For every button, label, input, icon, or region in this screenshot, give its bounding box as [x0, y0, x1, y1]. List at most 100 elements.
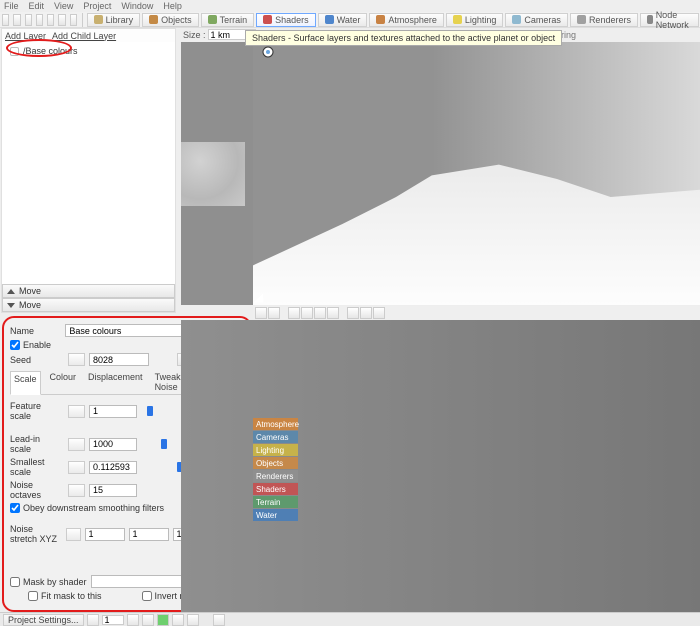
separator: [82, 13, 83, 27]
add-layer-link[interactable]: Add Layer: [5, 31, 46, 41]
new-icon[interactable]: [2, 14, 9, 26]
play-icon[interactable]: [157, 614, 169, 626]
undo-icon[interactable]: [36, 14, 43, 26]
menu-help[interactable]: Help: [163, 1, 182, 11]
tab-displacement[interactable]: Displacement: [85, 370, 146, 394]
chip-objects[interactable]: Objects: [253, 457, 298, 469]
chip-cameras[interactable]: Cameras: [253, 431, 298, 443]
smallest-scale-input[interactable]: [89, 461, 137, 474]
triangle-down-icon: [7, 303, 15, 308]
vp-tool-5-icon[interactable]: [314, 307, 326, 319]
project-settings-button[interactable]: Project Settings...: [3, 614, 84, 626]
chip-atmosphere[interactable]: Atmosphere: [253, 418, 298, 430]
vp-tool-6-icon[interactable]: [327, 307, 339, 319]
tab-cameras[interactable]: Cameras: [505, 13, 568, 27]
chip-water[interactable]: Water: [253, 509, 298, 521]
tab-library[interactable]: Library: [87, 13, 141, 27]
tab-colour[interactable]: Colour: [47, 370, 80, 394]
vp-tool-8-icon[interactable]: [360, 307, 372, 319]
menu-bar: File Edit View Project Window Help: [0, 0, 700, 12]
redo-icon[interactable]: [47, 14, 54, 26]
tab-tweak-noise[interactable]: Tweak Noise: [152, 370, 184, 394]
menu-project[interactable]: Project: [83, 1, 111, 11]
menu-view[interactable]: View: [54, 1, 73, 11]
move-down-button[interactable]: Move: [2, 298, 175, 312]
stretch-y-input[interactable]: [129, 528, 169, 541]
step-forward-icon[interactable]: [172, 614, 184, 626]
smallest-stepper[interactable]: [68, 461, 85, 474]
tab-water[interactable]: Water: [318, 13, 368, 27]
move-up-button[interactable]: Move: [2, 284, 175, 298]
swatch-icon: [453, 15, 462, 24]
tab-label: Node Network: [656, 10, 692, 30]
goto-start-icon[interactable]: [127, 614, 139, 626]
enable-checkbox[interactable]: Enable: [10, 340, 51, 350]
tool-b-icon[interactable]: [70, 14, 77, 26]
tab-shaders[interactable]: Shaders: [256, 13, 316, 27]
vp-tool-9-icon[interactable]: [373, 307, 385, 319]
vp-tool-7-icon[interactable]: [347, 307, 359, 319]
category-chips: AtmosphereCamerasLightingObjectsRenderer…: [253, 418, 298, 522]
tab-scale[interactable]: Scale: [10, 371, 41, 395]
leadin-scale-input[interactable]: [89, 438, 137, 451]
chip-shaders[interactable]: Shaders: [253, 483, 298, 495]
stretch-x-input[interactable]: [85, 528, 125, 541]
terrain-render: [253, 125, 700, 305]
tool-a-icon[interactable]: [58, 14, 65, 26]
goto-end-icon[interactable]: [187, 614, 199, 626]
layer-item-base-colours[interactable]: /Base colours: [10, 46, 78, 56]
chip-renderers[interactable]: Renderers: [253, 470, 298, 482]
swatch-icon: [577, 15, 586, 24]
tab-atmosphere[interactable]: Atmosphere: [369, 13, 444, 27]
tab-renderers[interactable]: Renderers: [570, 13, 638, 27]
vp-tool-3-icon[interactable]: [288, 307, 300, 319]
preview-thumbnail[interactable]: [181, 142, 245, 206]
vp-tool-1-icon[interactable]: [255, 307, 267, 319]
seed-input[interactable]: [89, 353, 149, 366]
tab-terrain[interactable]: Terrain: [201, 13, 255, 27]
feature-stepper[interactable]: [68, 405, 85, 418]
vp-tool-2-icon[interactable]: [268, 307, 280, 319]
swatch-icon: [647, 15, 653, 24]
fit-mask-checkbox[interactable]: Fit mask to this: [28, 591, 102, 601]
seed-label: Seed: [10, 355, 62, 365]
tab-lighting[interactable]: Lighting: [446, 13, 504, 27]
status-extra-icon[interactable]: [213, 614, 225, 626]
obey-checkbox[interactable]: Obey downstream smoothing filters: [10, 503, 164, 513]
step-back-icon[interactable]: [142, 614, 154, 626]
3d-viewport[interactable]: ◢: [253, 42, 700, 305]
noise-octaves-label: Noise octaves: [10, 480, 62, 500]
layer-label: /Base colours: [23, 46, 78, 56]
navigate-icon[interactable]: [261, 45, 275, 59]
tab-node-network[interactable]: Node Network: [640, 13, 699, 27]
frame-input[interactable]: [102, 615, 124, 625]
leadin-stepper[interactable]: [68, 438, 85, 451]
menu-edit[interactable]: Edit: [29, 1, 45, 11]
swatch-icon: [208, 15, 217, 24]
chip-lighting[interactable]: Lighting: [253, 444, 298, 456]
menu-file[interactable]: File: [4, 1, 19, 11]
tab-label: Library: [106, 15, 134, 25]
seed-stepper[interactable]: [68, 353, 85, 366]
feature-scale-input[interactable]: [89, 405, 137, 418]
vp-tool-4-icon[interactable]: [301, 307, 313, 319]
chip-terrain[interactable]: Terrain: [253, 496, 298, 508]
menu-window[interactable]: Window: [121, 1, 153, 11]
open-icon[interactable]: [13, 14, 20, 26]
noise-octaves-input[interactable]: [89, 484, 137, 497]
layers-panel: Add Layer Add Child Layer /Base colours …: [1, 28, 176, 313]
save-icon[interactable]: [25, 14, 32, 26]
pause-render-icon[interactable]: [87, 614, 99, 626]
octaves-stepper[interactable]: [68, 484, 85, 497]
tab-objects[interactable]: Objects: [142, 13, 199, 27]
feature-scale-label: Feature scale: [10, 401, 62, 421]
tab-label: Lighting: [465, 15, 497, 25]
resize-handle-icon[interactable]: ◢: [254, 290, 263, 304]
stretch-stepper[interactable]: [66, 528, 80, 541]
swatch-icon: [94, 15, 103, 24]
add-child-layer-link[interactable]: Add Child Layer: [52, 31, 116, 41]
layers-list[interactable]: /Base colours: [2, 42, 175, 284]
tab-label: Cameras: [524, 15, 561, 25]
name-input[interactable]: [65, 324, 190, 337]
mask-checkbox[interactable]: Mask by shader: [10, 577, 87, 587]
